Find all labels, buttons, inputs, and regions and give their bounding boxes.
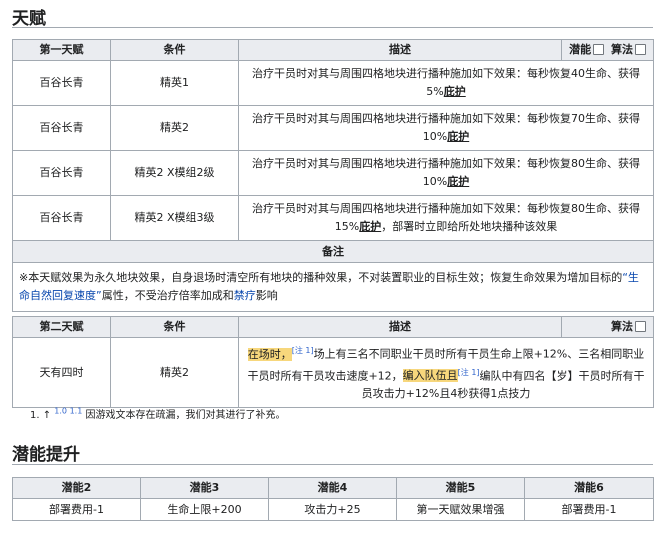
note-text: 影响 xyxy=(255,289,278,302)
note-text: ※本天赋效果为永久地块效果，自身退场时清空所有地块的播种效果，不对装置职业的目标… xyxy=(19,271,623,284)
potential-table: 潜能2 潜能3 潜能4 潜能5 潜能6 部署费用-1 生命上限+200 攻击力+… xyxy=(12,477,654,521)
potential-value: 部署费用-1 xyxy=(524,498,654,521)
talent-name: 百谷长青 xyxy=(12,195,111,241)
potential-header: 潜能3 xyxy=(140,477,269,499)
talent-section-title: 天赋 xyxy=(12,9,46,29)
talent-description: 治疗干员时对其与周围四格地块进行播种施加如下效果：每秒恢复70生命、获得10%庇… xyxy=(238,105,654,151)
footnote: 1. ↑ 1.0 1.1 因游戏文本存在疏漏，我们对其进行了补充。 xyxy=(30,406,285,421)
talent-description: 治疗干员时对其与周围四格地块进行播种施加如下效果：每秒恢复80生命、获得10%庇… xyxy=(238,150,654,196)
potential-value: 生命上限+200 xyxy=(140,498,269,521)
footnote-marker: 1. ↑ xyxy=(30,410,52,421)
footnote-text: 因游戏文本存在疏漏，我们对其进行了补充。 xyxy=(85,410,286,421)
talent1-header-toggles: 潜能 算法 xyxy=(561,39,654,61)
table-row: 百谷长青 精英2 治疗干员时对其与周围四格地块进行播种施加如下效果：每秒恢复70… xyxy=(12,105,654,151)
footnote-backrefs[interactable]: 1.0 1.1 xyxy=(54,407,82,416)
talent1-header-condition: 条件 xyxy=(110,39,239,61)
potential-toggle-label: 潜能 xyxy=(569,43,592,56)
talent2-table: 第二天赋 条件 描述 算法 天有四时 精英2 在场时，[注 1]场上有三名不同职… xyxy=(12,316,654,409)
potential-header: 潜能4 xyxy=(268,477,397,499)
algorithm-checkbox[interactable] xyxy=(635,320,646,332)
desc-text: 治疗干员时对其与周围四格地块进行播种施加如下效果：每秒恢复70生命、获得10% xyxy=(252,112,640,143)
talent1-table: 第一天赋 条件 描述 潜能 算法 百谷长青 精英1 治疗干员时对其与周围四格地块… xyxy=(12,39,654,312)
talent-condition: 精英2 X模组3级 xyxy=(110,195,239,241)
talent-section-divider xyxy=(12,27,653,28)
talent-condition: 精英2 xyxy=(110,336,239,409)
potential-value: 部署费用-1 xyxy=(12,498,141,521)
talent2-header-toggles: 算法 xyxy=(561,316,654,338)
table-row: 部署费用-1 生命上限+200 攻击力+25 第一天赋效果增强 部署费用-1 xyxy=(12,498,654,521)
talent-condition: 精英1 xyxy=(110,60,239,106)
shelter-term-link[interactable]: 庇护 xyxy=(359,220,381,233)
potential-value: 第一天赋效果增强 xyxy=(396,498,525,521)
highlight-on-field: 在场时， xyxy=(247,347,292,361)
shelter-term-link[interactable]: 庇护 xyxy=(447,175,469,188)
table-row: 百谷长青 精英2 X模组2级 治疗干员时对其与周围四格地块进行播种施加如下效果：… xyxy=(12,150,654,196)
potential-header: 潜能2 xyxy=(12,477,141,499)
note-text: 属性，不受治疗倍率加成和 xyxy=(101,289,234,302)
desc-text: 治疗干员时对其与周围四格地块进行播种施加如下效果：每秒恢复80生命、获得10% xyxy=(252,157,640,188)
talent2-header-name: 第二天赋 xyxy=(12,316,111,338)
potential-section-divider xyxy=(12,464,653,465)
talent2-header-description: 描述 xyxy=(238,316,562,338)
talent-name: 百谷长青 xyxy=(12,150,111,196)
table-row: 天有四时 精英2 在场时，[注 1]场上有三名不同职业干员时所有干员生命上限+1… xyxy=(12,336,654,409)
note-header: 备注 xyxy=(12,240,654,263)
talent-condition: 精英2 xyxy=(110,105,239,151)
potential-section-title: 潜能提升 xyxy=(12,445,80,465)
talent-name: 百谷长青 xyxy=(12,105,111,151)
note-ref-link[interactable]: [注 1] xyxy=(458,368,480,377)
shelter-term-link[interactable]: 庇护 xyxy=(444,85,466,98)
talent-description: 治疗干员时对其与周围四格地块进行播种施加如下效果：每秒恢复80生命、获得15%庇… xyxy=(238,195,654,241)
talent-note: ※本天赋效果为永久地块效果，自身退场时清空所有地块的播种效果，不对装置职业的目标… xyxy=(12,262,654,312)
potential-header: 潜能6 xyxy=(524,477,654,499)
talent2-header-condition: 条件 xyxy=(110,316,239,338)
talent-condition: 精英2 X模组2级 xyxy=(110,150,239,196)
heal-ban-link[interactable]: 禁疗 xyxy=(234,289,256,302)
desc-text: ，部署时立即给所处地块播种该效果 xyxy=(381,220,558,233)
table-row: 百谷长青 精英2 X模组3级 治疗干员时对其与周围四格地块进行播种施加如下效果：… xyxy=(12,195,654,241)
talent-name: 百谷长青 xyxy=(12,60,111,106)
potential-header: 潜能5 xyxy=(396,477,525,499)
potential-value: 攻击力+25 xyxy=(268,498,397,521)
algorithm-toggle-label: 算法 xyxy=(611,320,633,333)
highlight-in-team: 编入队伍且 xyxy=(402,369,458,383)
note-ref-link[interactable]: [注 1] xyxy=(292,346,314,355)
algorithm-checkbox[interactable] xyxy=(635,43,646,55)
table-row: 百谷长青 精英1 治疗干员时对其与周围四格地块进行播种施加如下效果：每秒恢复40… xyxy=(12,60,654,106)
talent1-header-name: 第一天赋 xyxy=(12,39,111,61)
talent1-header-description: 描述 xyxy=(238,39,562,61)
talent-description: 在场时，[注 1]场上有三名不同职业干员时所有干员生命上限+12%、三名相同职业… xyxy=(238,336,654,409)
potential-checkbox[interactable] xyxy=(593,43,605,55)
talent-description: 治疗干员时对其与周围四格地块进行播种施加如下效果：每秒恢复40生命、获得5%庇护 xyxy=(238,60,654,106)
shelter-term-link[interactable]: 庇护 xyxy=(447,130,469,143)
algorithm-toggle-label: 算法 xyxy=(611,43,633,56)
talent-name: 天有四时 xyxy=(12,336,111,409)
